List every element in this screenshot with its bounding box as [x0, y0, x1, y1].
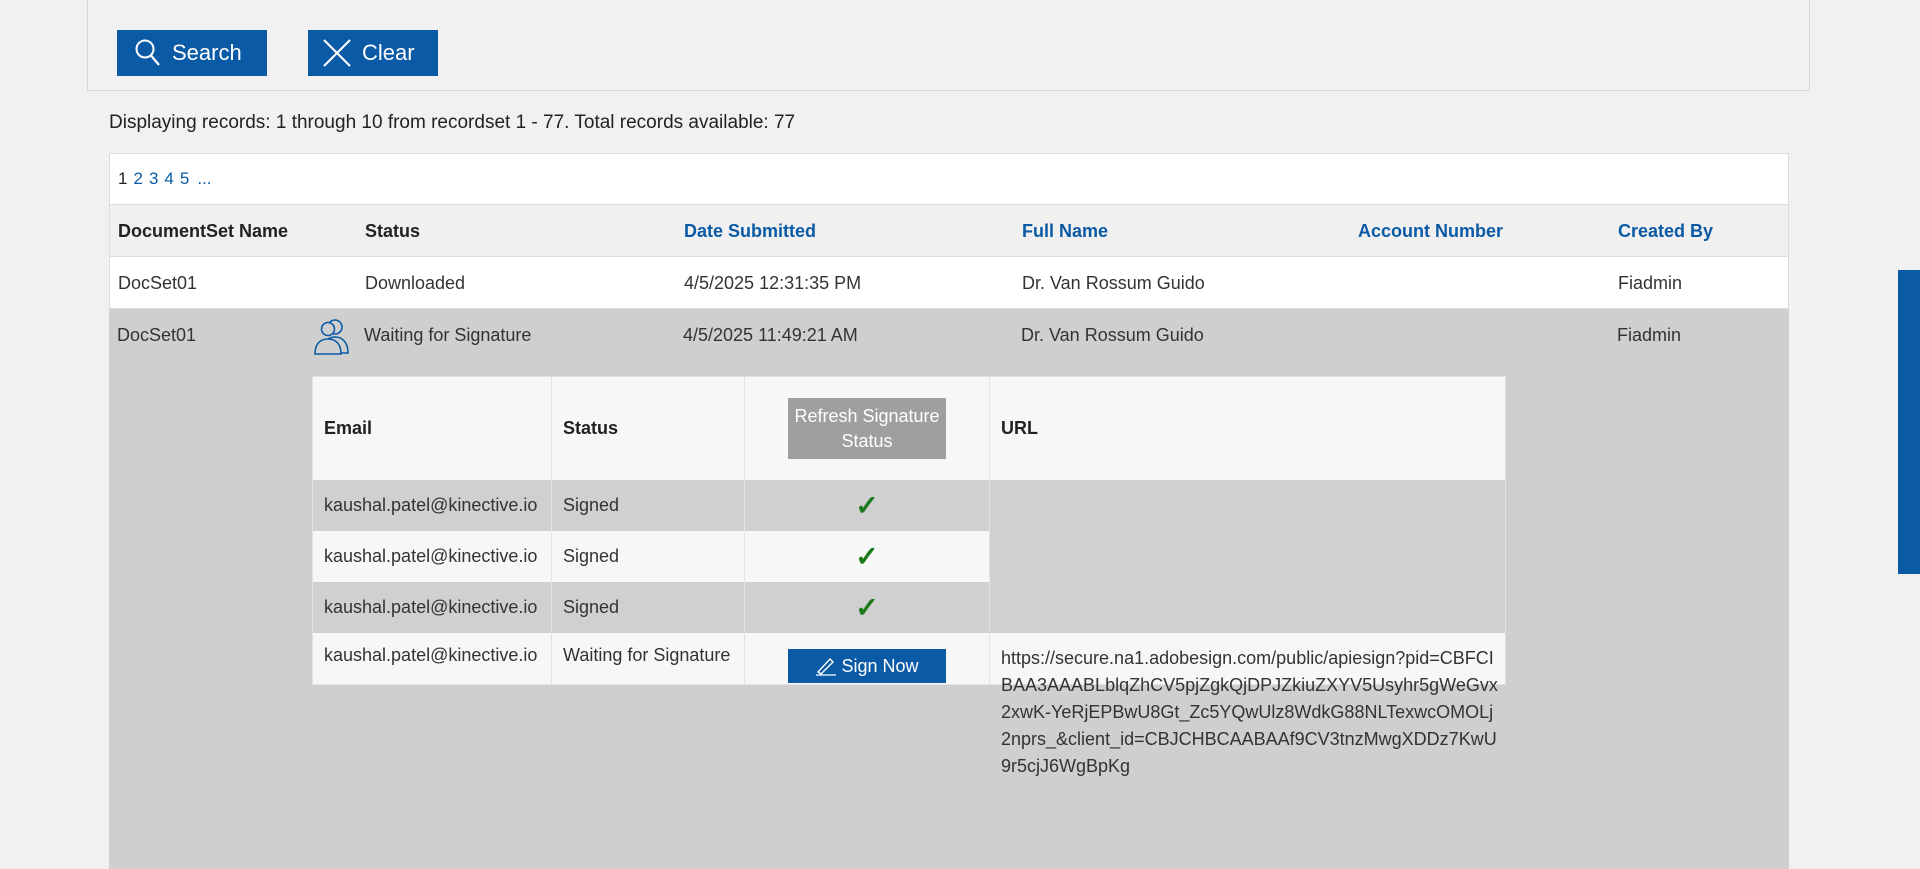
signer-action-cell: ✓ — [745, 582, 990, 633]
cell-date-submitted: 4/5/2025 12:31:35 PM — [684, 273, 862, 293]
cell-created-by: Fiadmin — [1617, 325, 1682, 345]
signers-header-row: Email Status Refresh Signature Status UR… — [313, 377, 1505, 480]
close-icon — [323, 39, 351, 67]
cell-full-name: Dr. Van Rossum Guido — [1022, 273, 1205, 293]
signer-email: kaushal.patel@kinective.io — [313, 582, 552, 633]
table-row-expanded[interactable]: DocSet01 Waiting for Signature 4/5/2025 … — [109, 309, 1789, 869]
signers-user-icon[interactable] — [311, 315, 353, 357]
signer-action-cell: ✓ — [745, 531, 990, 582]
column-header-date-submitted[interactable]: Date Submitted — [684, 205, 816, 257]
signers-header-email: Email — [313, 377, 552, 480]
search-button[interactable]: Search — [117, 30, 267, 76]
signer-action-cell: Sign Now — [745, 633, 990, 684]
signed-check-icon: ✓ — [855, 490, 879, 521]
pager-page-link[interactable]: 4 — [164, 169, 173, 189]
signer-row: kaushal.patel@kinective.io Signed ✓ — [313, 480, 1505, 531]
cell-docset-name: DocSet01 — [118, 273, 198, 293]
signer-row: kaushal.patel@kinective.io Signed ✓ — [313, 582, 1505, 633]
clear-button-label: Clear — [362, 40, 415, 65]
column-header-created-by[interactable]: Created By — [1618, 205, 1713, 257]
refresh-signature-status-button[interactable]: Refresh Signature Status — [788, 398, 946, 459]
column-header-status: Status — [365, 221, 421, 241]
documents-grid: 1 2 3 4 5 ... DocumentSet Name Status Da… — [109, 153, 1789, 869]
clear-button[interactable]: Clear — [308, 30, 438, 76]
pen-icon — [816, 657, 837, 676]
records-info: Displaying records: 1 through 10 from re… — [109, 112, 796, 133]
signing-url-link[interactable]: https://secure.na1.adobesign.com/public/… — [1001, 645, 1501, 780]
table-row[interactable]: DocSet01 Downloaded 4/5/2025 12:31:35 PM… — [109, 257, 1789, 309]
cell-date-submitted: 4/5/2025 11:49:21 AM — [683, 325, 858, 345]
search-button-label: Search — [172, 40, 242, 65]
grid-header-row: DocumentSet Name Status Date Submitted F… — [109, 205, 1789, 257]
column-header-docset-name: DocumentSet Name — [118, 221, 289, 241]
sign-now-label: Sign Now — [841, 655, 919, 676]
signer-row: kaushal.patel@kinective.io Signed ✓ — [313, 531, 1505, 582]
signer-email: kaushal.patel@kinective.io — [313, 531, 552, 582]
signer-row: kaushal.patel@kinective.io Waiting for S… — [313, 633, 1505, 776]
signers-header-url: URL — [1001, 418, 1038, 438]
cell-status: Downloaded — [365, 273, 466, 293]
signers-header-action: Refresh Signature Status — [745, 377, 990, 480]
pager-more-link[interactable]: ... — [197, 169, 211, 189]
search-icon — [135, 39, 160, 66]
signers-header-status: Status — [552, 377, 745, 480]
signer-email: kaushal.patel@kinective.io — [313, 480, 552, 531]
signer-action-cell: ✓ — [745, 480, 990, 531]
sign-now-button[interactable]: Sign Now — [788, 649, 946, 683]
signer-status: Signed — [552, 531, 745, 582]
signers-subtable: Email Status Refresh Signature Status UR… — [312, 376, 1506, 776]
pager-current-page: 1 — [118, 169, 128, 188]
scrollbar-thumb[interactable] — [1898, 270, 1920, 574]
signer-email: kaushal.patel@kinective.io — [313, 633, 552, 684]
cell-status: Waiting for Signature — [364, 325, 532, 345]
column-header-account-number[interactable]: Account Number — [1358, 205, 1503, 257]
signed-check-icon: ✓ — [855, 592, 879, 623]
signer-status: Waiting for Signature — [552, 633, 745, 684]
search-panel: Search Clear — [87, 0, 1810, 91]
cell-created-by: Fiadmin — [1618, 273, 1683, 293]
signer-status: Signed — [552, 480, 745, 531]
pager-page-link[interactable]: 3 — [149, 169, 158, 189]
cell-docset-name: DocSet01 — [117, 325, 197, 345]
cell-full-name: Dr. Van Rossum Guido — [1021, 325, 1204, 345]
signed-check-icon: ✓ — [855, 541, 879, 572]
signer-url-cell: https://secure.na1.adobesign.com/public/… — [990, 633, 1505, 776]
signer-status: Signed — [552, 582, 745, 633]
pager-page-link[interactable]: 5 — [180, 169, 189, 189]
pager: 1 2 3 4 5 ... — [109, 153, 1789, 205]
column-header-full-name[interactable]: Full Name — [1022, 205, 1108, 257]
pager-page-link[interactable]: 2 — [133, 169, 142, 189]
